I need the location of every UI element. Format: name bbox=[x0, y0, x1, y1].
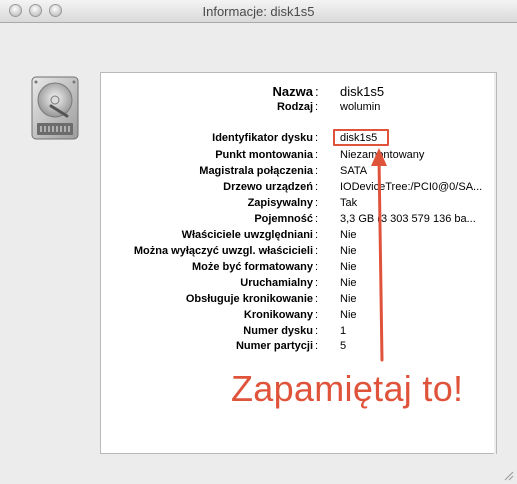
annotation-text: Zapamiętaj to! bbox=[231, 368, 464, 409]
resize-grip-icon[interactable] bbox=[502, 469, 514, 481]
annotation-arrow-icon bbox=[371, 148, 387, 362]
info-window: Informacje: disk1s5 Nazwa : disk1s5 Rodz… bbox=[0, 0, 517, 484]
